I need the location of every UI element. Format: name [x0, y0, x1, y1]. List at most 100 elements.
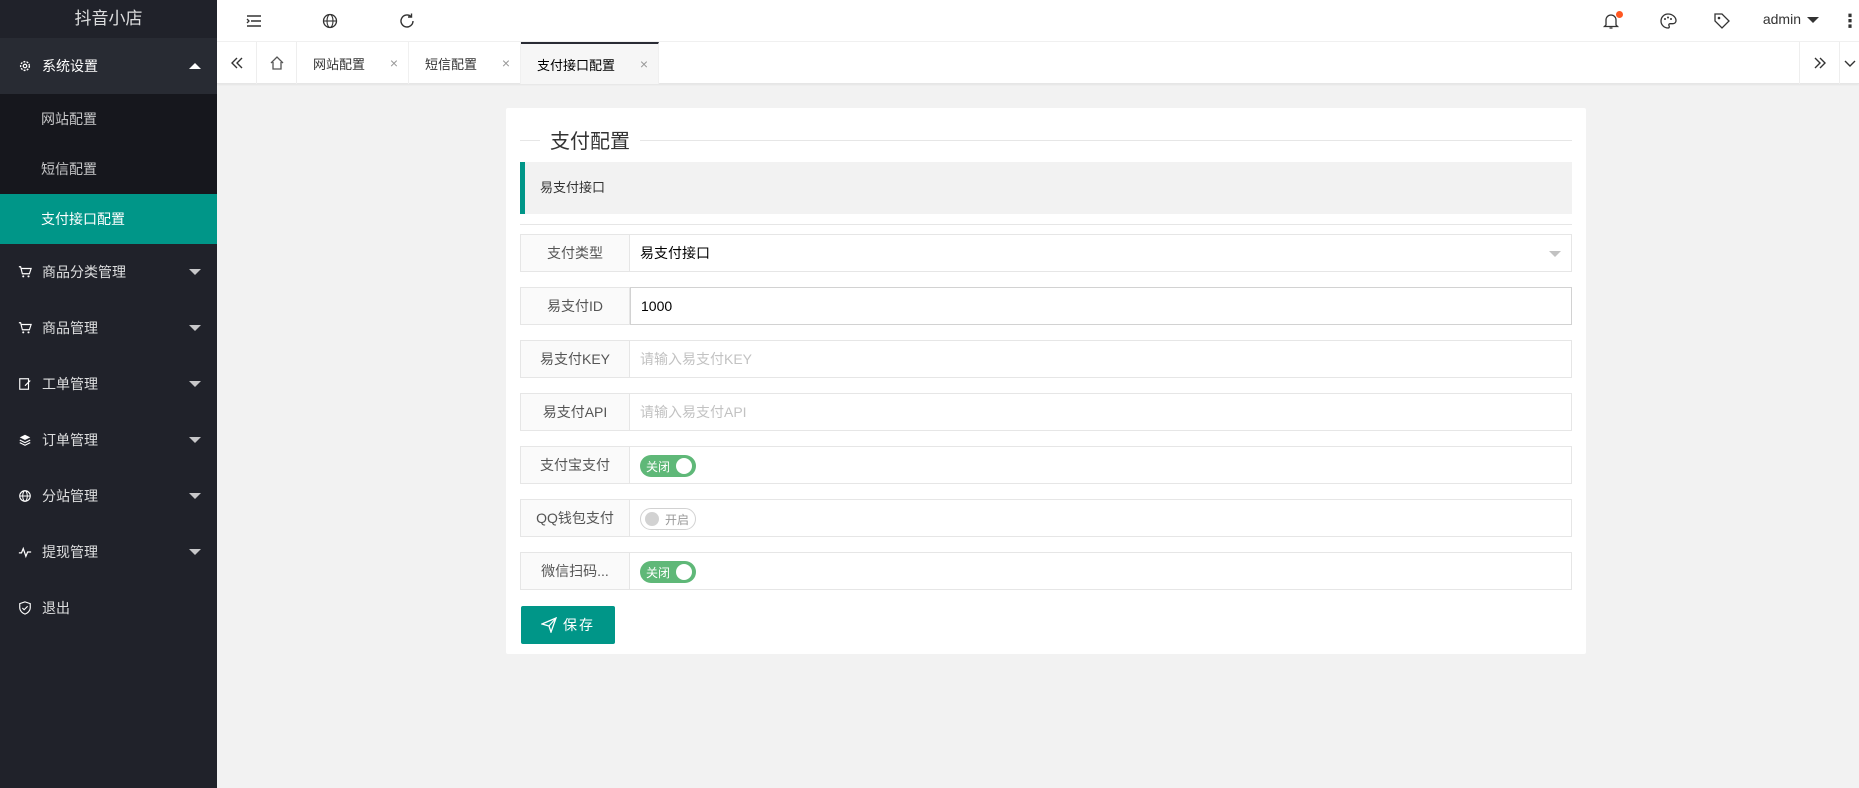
more-vertical-icon[interactable]: ⋮ — [1841, 0, 1859, 42]
app-logo[interactable]: 抖音小店 — [0, 0, 217, 38]
form-row-qqpay: QQ钱包支付 开启 — [520, 499, 1572, 537]
home-icon[interactable] — [257, 42, 297, 84]
chevron-down-icon — [1807, 17, 1819, 24]
form-row-epay-key: 易支付KEY 请输入易支付KEY — [520, 340, 1572, 378]
sidebar-subitem-payment-config[interactable]: 支付接口配置 — [0, 194, 217, 244]
input-placeholder: 请输入易支付API — [640, 404, 747, 420]
sidebar-item-ticket-management[interactable]: 工单管理 — [0, 356, 217, 412]
legend-line — [520, 140, 1572, 141]
save-button[interactable]: 保存 — [521, 606, 615, 644]
chevron-down-icon — [1549, 251, 1561, 257]
close-icon[interactable]: × — [640, 56, 648, 72]
chevron-up-icon — [189, 63, 201, 69]
sidebar-subitem-website-config[interactable]: 网站配置 — [0, 94, 217, 144]
legend-title: 支付配置 — [540, 125, 640, 154]
gear-icon — [16, 57, 34, 75]
tab-label: 短信配置 — [425, 56, 478, 72]
sidebar-item-order-management[interactable]: 订单管理 — [0, 412, 217, 468]
close-icon[interactable]: × — [502, 55, 510, 71]
sidebar-subitem-sms-config[interactable]: 短信配置 — [0, 144, 217, 194]
payment-config-card: 支付配置 易支付接口 支付类型 易支付接口 易支付ID 1000 易支付KEY … — [506, 108, 1586, 654]
sidebar-item-substation-management[interactable]: 分站管理 — [0, 468, 217, 524]
tab-label: 网站配置 — [313, 56, 366, 72]
pulse-icon — [16, 543, 34, 561]
globe-icon[interactable] — [310, 0, 350, 42]
bell-icon[interactable] — [1591, 0, 1631, 42]
field-label: 易支付ID — [520, 287, 630, 325]
field-label: 支付宝支付 — [520, 446, 630, 484]
sidebar-item-label: 退出 — [42, 600, 70, 616]
field-label: 易支付API — [520, 393, 630, 431]
sidebar-item-label: 商品分类管理 — [42, 264, 126, 280]
epay-id-input[interactable]: 1000 — [630, 287, 1572, 325]
save-label: 保存 — [563, 617, 595, 633]
sidebar-item-logout[interactable]: 退出 — [0, 580, 217, 636]
switch-container: 关闭 — [630, 552, 1572, 590]
sidebar-item-label: 分站管理 — [42, 488, 98, 504]
edit-document-icon — [16, 375, 34, 393]
switch-text: 关闭 — [646, 459, 671, 474]
switch-container: 开启 — [630, 499, 1572, 537]
sidebar-item-product-management[interactable]: 商品管理 — [0, 300, 217, 356]
epay-api-input[interactable]: 请输入易支付API — [630, 393, 1572, 431]
tabs-scroll-left-icon[interactable] — [217, 42, 257, 84]
epay-key-input[interactable]: 请输入易支付KEY — [630, 340, 1572, 378]
notification-dot — [1616, 11, 1623, 18]
fieldset-legend: 支付配置 — [520, 118, 1572, 154]
sidebar-item-label: 工单管理 — [42, 376, 98, 392]
tab-bar: 网站配置 × 短信配置 × 支付接口配置 × — [217, 42, 1859, 84]
form-row-epay-api: 易支付API 请输入易支付API — [520, 393, 1572, 431]
switch-text: 关闭 — [646, 565, 671, 580]
sidebar-item-label: 商品管理 — [42, 320, 98, 336]
menu-toggle-icon[interactable] — [234, 0, 274, 42]
field-label: QQ钱包支付 — [520, 499, 630, 537]
chevron-down-icon — [189, 437, 201, 443]
field-label: 易支付KEY — [520, 340, 630, 378]
input-placeholder: 请输入易支付KEY — [640, 351, 753, 367]
sidebar-item-label: 系统设置 — [42, 58, 98, 74]
switch-knob — [676, 564, 693, 580]
shield-check-icon — [16, 599, 34, 617]
tab-sms-config[interactable]: 短信配置 × — [409, 42, 521, 84]
sidebar-item-withdraw-management[interactable]: 提现管理 — [0, 524, 217, 580]
select-value: 易支付接口 — [640, 245, 710, 261]
layers-icon — [16, 431, 34, 449]
form-row-alipay: 支付宝支付 关闭 — [520, 446, 1572, 484]
tab-payment-config[interactable]: 支付接口配置 × — [521, 42, 659, 84]
send-icon — [541, 617, 557, 633]
qqpay-switch[interactable]: 开启 — [640, 508, 697, 530]
tab-website-config[interactable]: 网站配置 × — [297, 42, 409, 84]
section-quote: 易支付接口 — [520, 162, 1572, 214]
divider — [520, 224, 1572, 225]
form-row-wechat: 微信扫码... 关闭 — [520, 552, 1572, 590]
switch-knob — [645, 512, 659, 526]
close-icon[interactable]: × — [390, 55, 398, 71]
chevron-down-icon — [189, 549, 201, 555]
switch-container: 关闭 — [630, 446, 1572, 484]
tab-label: 支付接口配置 — [537, 57, 616, 73]
tabs-menu-chevron-down-icon[interactable] — [1839, 42, 1859, 84]
switch-knob — [676, 458, 693, 474]
top-header: admin ⋮ — [217, 0, 1859, 42]
sidebar: 抖音小店 系统设置 网站配置 短信配置 支付接口配置 商品分类管理 商品管理 工… — [0, 0, 217, 788]
wechat-switch[interactable]: 关闭 — [640, 561, 697, 583]
form-row-pay-type: 支付类型 易支付接口 — [520, 234, 1572, 272]
theme-palette-icon[interactable] — [1648, 0, 1688, 42]
sidebar-subnav: 网站配置 短信配置 支付接口配置 — [0, 94, 217, 244]
pay-type-select[interactable]: 易支付接口 — [630, 234, 1572, 272]
tag-icon[interactable] — [1702, 0, 1742, 42]
username-label: admin — [1762, 11, 1801, 27]
tabs-scroll-right-icon[interactable] — [1799, 42, 1839, 84]
cart-icon — [16, 319, 34, 337]
sidebar-item-category-management[interactable]: 商品分类管理 — [0, 244, 217, 300]
form-row-epay-id: 易支付ID 1000 — [520, 287, 1572, 325]
chevron-down-icon — [189, 493, 201, 499]
refresh-icon[interactable] — [387, 0, 427, 42]
user-menu[interactable]: admin — [1763, 0, 1819, 42]
alipay-switch[interactable]: 关闭 — [640, 455, 697, 477]
chevron-down-icon — [189, 325, 201, 331]
globe-icon — [16, 487, 34, 505]
sidebar-item-system-settings[interactable]: 系统设置 — [0, 38, 217, 94]
sidebar-item-label: 提现管理 — [42, 544, 98, 560]
field-label: 微信扫码... — [520, 552, 630, 590]
